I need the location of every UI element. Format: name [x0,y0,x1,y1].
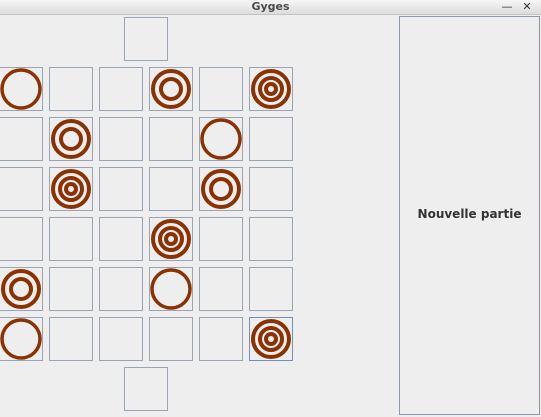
board-cell-r1-c4[interactable] [149,67,193,111]
board-cell-r6-c5[interactable] [199,317,243,361]
board-cell-r2-c2[interactable] [49,117,93,161]
board-cell-r1-c5[interactable] [199,67,243,111]
board-cell-r4-c2[interactable] [49,217,93,261]
board-cell-r4-c1[interactable] [0,217,43,261]
board-cell-r2-c6[interactable] [249,117,293,161]
board-cell-r3-c4[interactable] [149,167,193,211]
piece-level-2-icon [1,269,41,309]
board-cell-r6-c1[interactable] [0,317,43,361]
piece-level-1-icon [200,118,242,160]
piece-level-2-icon [151,69,191,109]
board-cell-r1-c2[interactable] [49,67,93,111]
piece-level-3-icon [251,319,291,359]
piece-level-2-icon [201,169,241,209]
board-cell-r4-c5[interactable] [199,217,243,261]
board-cell-r1-c1[interactable] [0,67,43,111]
new-game-label: Nouvelle partie [417,207,522,221]
board-cell-r6-c3[interactable] [99,317,143,361]
board-cell-r2-c4[interactable] [149,117,193,161]
board-cell-r3-c3[interactable] [99,167,143,211]
piece-level-3-icon [251,69,291,109]
board-cell-r2-c1[interactable] [0,117,43,161]
goal-cell-top[interactable] [124,17,168,61]
piece-level-3-icon [151,219,191,259]
board-cell-r3-c6[interactable] [249,167,293,211]
board-cell-r4-c3[interactable] [99,217,143,261]
board-cell-r6-c4[interactable] [149,317,193,361]
board-cell-r5-c4[interactable] [149,267,193,311]
board-cell-r2-c3[interactable] [99,117,143,161]
board-cell-r2-c5[interactable] [199,117,243,161]
board-cell-r6-c6[interactable] [249,317,293,361]
game-board [0,0,400,417]
piece-level-1-icon [150,268,192,310]
board-cell-r5-c3[interactable] [99,267,143,311]
board-cell-r5-c6[interactable] [249,267,293,311]
new-game-button[interactable]: Nouvelle partie [399,16,540,415]
board-cell-r6-c2[interactable] [49,317,93,361]
board-cell-r3-c1[interactable] [0,167,43,211]
piece-level-2-icon [51,119,91,159]
minimize-button[interactable]: — [500,0,514,14]
board-cell-r5-c2[interactable] [49,267,93,311]
piece-level-3-icon [51,169,91,209]
board-cell-r5-c1[interactable] [0,267,43,311]
board-cell-r1-c3[interactable] [99,67,143,111]
board-cell-r4-c6[interactable] [249,217,293,261]
board-cell-r4-c4[interactable] [149,217,193,261]
board-cell-r3-c2[interactable] [49,167,93,211]
board-cell-r1-c6[interactable] [249,67,293,111]
piece-level-1-icon [0,68,42,110]
board-cell-r5-c5[interactable] [199,267,243,311]
goal-cell-bottom[interactable] [124,367,168,411]
board-cell-r3-c5[interactable] [199,167,243,211]
piece-level-1-icon [0,318,42,360]
close-button[interactable]: ✕ [520,0,534,14]
